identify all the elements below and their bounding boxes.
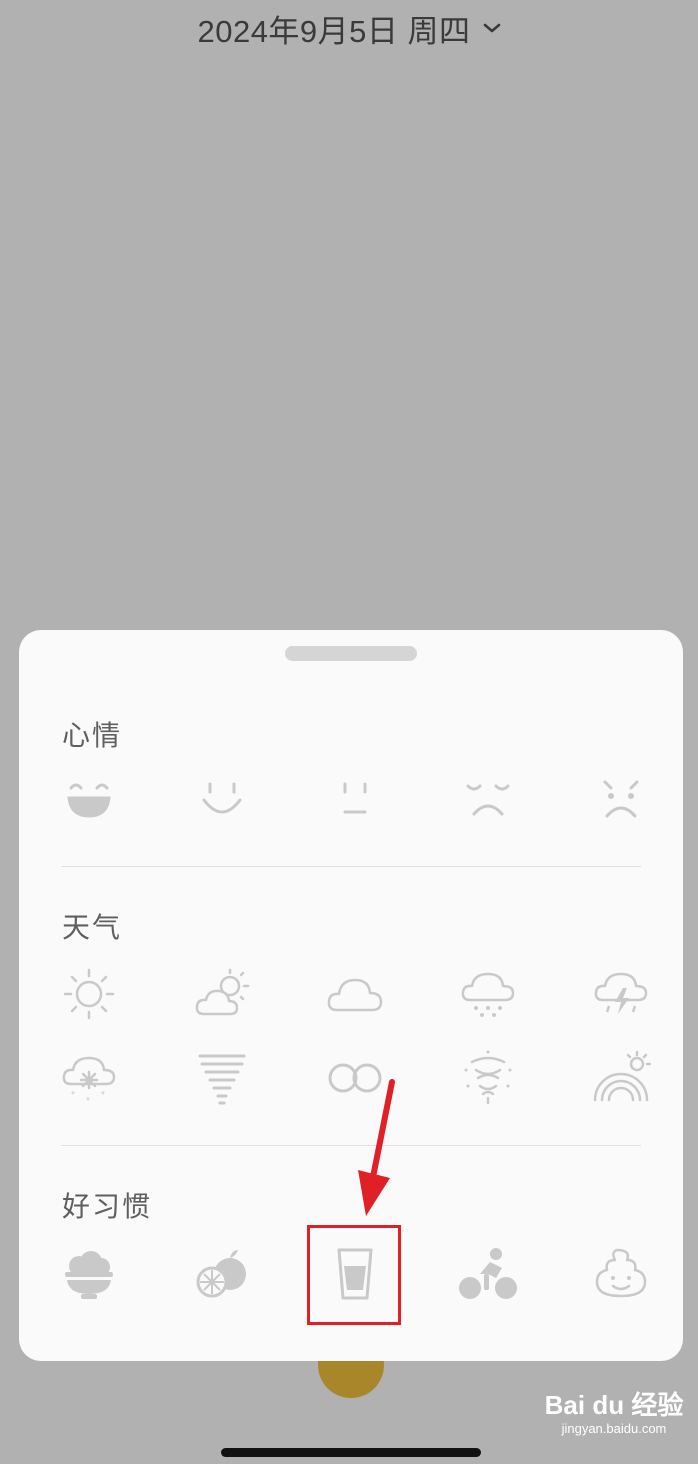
watermark: Bai du 经验 jingyan.baidu.com xyxy=(534,1390,694,1452)
tornado-icon[interactable] xyxy=(192,1048,252,1108)
divider xyxy=(61,866,641,867)
weather-row-1 xyxy=(59,964,649,1024)
fruit-icon[interactable] xyxy=(192,1244,252,1304)
section-title-weather: 天气 xyxy=(62,912,123,943)
rain-icon[interactable] xyxy=(458,964,518,1024)
rainbow-icon[interactable] xyxy=(591,1048,651,1108)
poop-icon[interactable] xyxy=(591,1244,651,1304)
date-label: 2024年9月5日 周四 xyxy=(197,13,471,49)
watermark-url: jingyan.baidu.com xyxy=(561,1421,667,1436)
highlight-box xyxy=(307,1225,401,1325)
cycling-icon[interactable] xyxy=(458,1244,518,1304)
annotation-arrow-icon xyxy=(358,1079,395,1216)
snow-icon[interactable]: * * * xyxy=(59,1048,119,1108)
thunderstorm-icon[interactable] xyxy=(591,964,651,1024)
section-title-mood: 心情 xyxy=(62,720,123,751)
partly-cloudy-icon[interactable] xyxy=(192,964,252,1024)
sad-face-icon[interactable] xyxy=(591,770,651,830)
sunny-icon[interactable] xyxy=(59,964,119,1024)
svg-text:*: * xyxy=(86,1096,90,1107)
neutral-face-icon[interactable] xyxy=(325,770,385,830)
drag-handle[interactable] xyxy=(285,646,417,661)
chevron-down-icon xyxy=(483,23,500,33)
laughing-face-icon[interactable] xyxy=(59,770,119,830)
section-title-habits: 好习惯 xyxy=(62,1191,153,1222)
cloudy-icon[interactable] xyxy=(325,964,385,1024)
home-indicator[interactable] xyxy=(221,1448,481,1457)
svg-text:*: * xyxy=(101,1090,105,1101)
smile-face-icon[interactable] xyxy=(192,770,252,830)
svg-text:*: * xyxy=(71,1090,75,1101)
date-selector[interactable]: 2024年9月5日 周四 xyxy=(0,0,698,56)
meal-bowl-icon[interactable] xyxy=(59,1244,119,1304)
watermark-brand: Bai du 经验 xyxy=(544,1390,684,1420)
typhoon-icon[interactable] xyxy=(458,1048,518,1108)
upset-face-icon[interactable] xyxy=(458,770,518,830)
mood-row xyxy=(59,770,649,830)
